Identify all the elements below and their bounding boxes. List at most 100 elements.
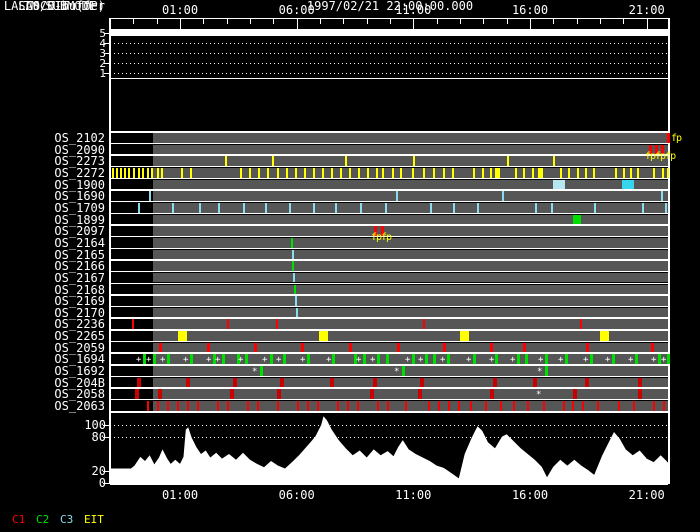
- timeline-row-band: [153, 308, 668, 318]
- mark: [667, 133, 670, 143]
- axis-tick: [343, 19, 344, 24]
- mark: [345, 156, 347, 166]
- mark: [420, 378, 424, 388]
- mark: [147, 168, 149, 178]
- timeline-row-band: [153, 285, 668, 295]
- mark: [565, 354, 568, 364]
- mark: [545, 354, 548, 364]
- mark: [292, 261, 294, 271]
- legend-item: C3: [60, 514, 73, 526]
- mark: [413, 156, 415, 166]
- axis-tick: [320, 19, 321, 24]
- timeline-row-band: [153, 273, 668, 283]
- tm-level-tick: [104, 33, 110, 34]
- mark: [533, 378, 537, 388]
- mark: [233, 378, 237, 388]
- mark: [447, 354, 450, 364]
- flag-annotation: fpfp: [371, 233, 391, 243]
- mark: [433, 168, 435, 178]
- timeline-row-band: [153, 180, 668, 190]
- mark: [289, 203, 291, 213]
- mark: [313, 168, 315, 178]
- mark: [412, 354, 415, 364]
- mark: [286, 168, 288, 178]
- mark: [376, 168, 378, 178]
- mark: [249, 168, 251, 178]
- mark: [638, 378, 642, 388]
- mark: [137, 378, 141, 388]
- rows-bottom-line: [110, 411, 668, 414]
- timeline-row-band: [153, 331, 668, 341]
- axis-label: 01:00: [162, 4, 198, 16]
- mark: [337, 401, 339, 411]
- timeline-row-band: [153, 226, 668, 236]
- mark: [452, 168, 454, 178]
- timeline-row-band: [153, 319, 668, 329]
- tm-submode-value-bar: [110, 30, 668, 36]
- mark: [577, 168, 579, 178]
- mark: [560, 168, 562, 178]
- mark: [615, 168, 617, 178]
- mark: [370, 389, 374, 399]
- mark: [517, 354, 520, 364]
- axis-tick: [390, 19, 391, 24]
- mark: [295, 168, 297, 178]
- mark: [458, 401, 460, 411]
- mark: [568, 168, 570, 178]
- axis-label: 16:00: [512, 489, 548, 501]
- axis-tick: [297, 19, 298, 30]
- mark: [157, 168, 159, 178]
- mark: [301, 343, 304, 353]
- mark: [120, 168, 122, 178]
- plot-area: 01:0006:0011:0016:0021:0054321fpOS_2102f…: [0, 0, 700, 532]
- mark: [412, 168, 414, 178]
- mark: [396, 191, 398, 201]
- mark: [293, 273, 295, 283]
- buffer-ytick: [103, 471, 110, 472]
- timeline-row-band: [153, 168, 668, 178]
- timeline-row-band: [153, 145, 668, 155]
- buffer-axis-line: [110, 483, 668, 485]
- axis-tick: [273, 19, 274, 24]
- mark: [322, 168, 324, 178]
- mark: [190, 168, 192, 178]
- mark: [382, 168, 384, 178]
- timeline-row-band: [153, 378, 668, 388]
- mark: [405, 401, 407, 411]
- mark: [582, 401, 584, 411]
- mark: [523, 168, 525, 178]
- mark: [157, 401, 159, 411]
- mark: [258, 168, 260, 178]
- mark: [438, 401, 440, 411]
- buffer-area-fill: [110, 416, 668, 483]
- mark: [585, 168, 587, 178]
- mark: [532, 168, 534, 178]
- mark: [276, 319, 278, 329]
- mark: [495, 168, 500, 178]
- legend-item: C1: [12, 514, 25, 526]
- mark: [618, 401, 620, 411]
- timeline-row-band: [153, 203, 668, 213]
- timeline-row-band: [153, 261, 668, 271]
- mark: [653, 168, 655, 178]
- mark: [153, 354, 156, 364]
- mark: [267, 168, 269, 178]
- mark: [527, 401, 529, 411]
- mark: [367, 168, 369, 178]
- mark: [402, 366, 405, 376]
- mark: [158, 389, 162, 399]
- mark: [304, 168, 306, 178]
- mark: [147, 401, 149, 411]
- mark: [363, 354, 366, 364]
- mark: [307, 401, 309, 411]
- telemetry-timeline-screen: TM SUBMODE LASCO/EIT (OP) LASCO-buffer 1…: [0, 0, 700, 532]
- tm-panel-bottom-line: [110, 78, 668, 79]
- mark: [580, 319, 582, 329]
- mark: [280, 378, 284, 388]
- mark: [292, 250, 294, 260]
- mark: [307, 354, 310, 364]
- mark: [622, 180, 634, 190]
- axis-tick: [437, 19, 438, 24]
- axis-tick: [157, 19, 158, 24]
- mark: [360, 203, 362, 213]
